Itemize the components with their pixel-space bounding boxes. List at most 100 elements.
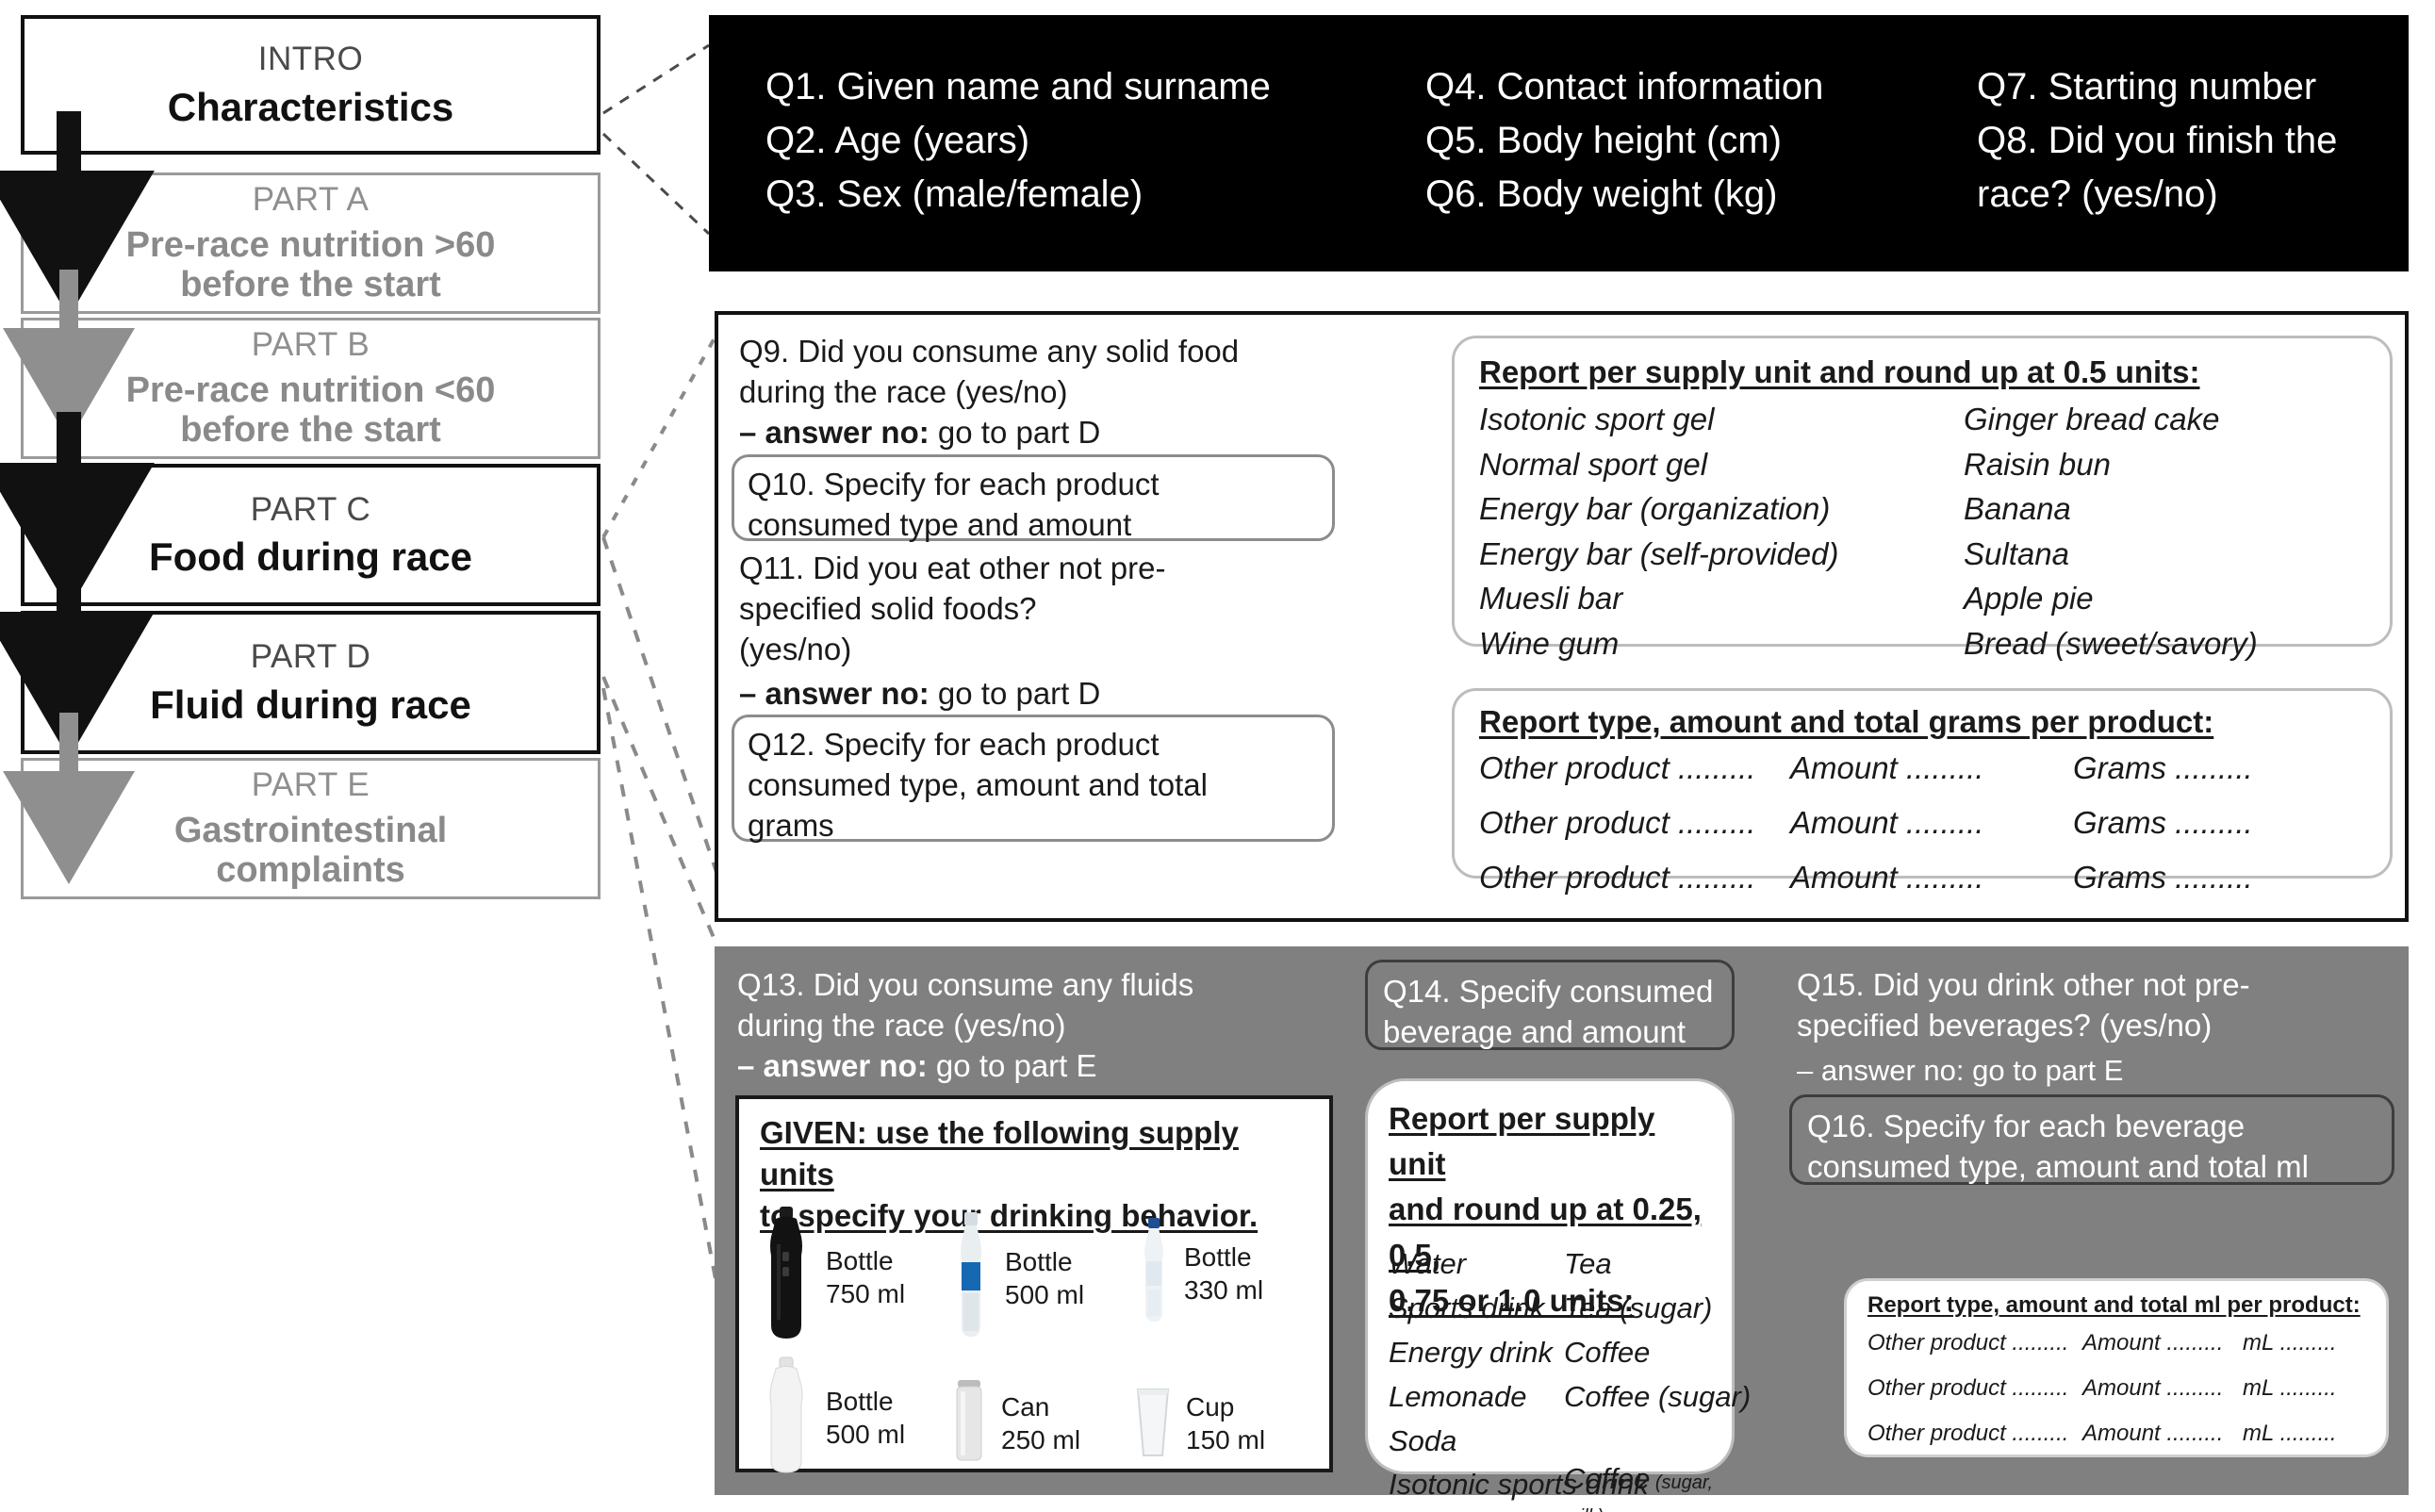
given-supply-units-box: GIVEN: use the following supply units to…: [735, 1095, 1333, 1473]
food-other-product-cell-r1-c1: Other product .........: [1479, 750, 1756, 785]
food-other-product-cell-r1-c2: Amount .........: [1790, 750, 1984, 785]
fluid-other-product-header: Report type, amount and total ml per pro…: [1867, 1292, 2361, 1318]
q13-answer-dash: – answer no:: [737, 1048, 928, 1083]
fluid-during-race-panel: Q13. Did you consume any fluids during t…: [715, 946, 2409, 1512]
q11-answer-dash: – answer no:: [739, 676, 930, 711]
bottle-blue-label-icon: [948, 1210, 994, 1347]
question-q11-line3: (yes/no): [739, 632, 852, 666]
flow-kicker-part-d: PART D: [250, 638, 371, 676]
question-q15-line2: specified beverages? (yes/no): [1797, 1008, 2213, 1043]
supply-unit-can-250-label: Can 250 ml: [1001, 1392, 1081, 1454]
food-other-product-cell-r2-c3: Grams .........: [2073, 805, 2253, 841]
flow-title-part-a: Pre-race nutrition >60 before the start: [125, 224, 496, 305]
question-q12-text: Q12. Specify for each product consumed t…: [748, 727, 1208, 843]
intro-questions-col-2: Q4. Contact information Q5. Body height …: [1425, 66, 1824, 215]
fluid-other-product-cell-r2-c2: Amount .........: [2082, 1375, 2224, 1401]
cup-icon: [1131, 1382, 1175, 1466]
supply-unit-bottle-500-white-label: Bottle 500 ml: [826, 1387, 906, 1449]
supply-unit-bottle-330: Bottle 330 ml: [1135, 1216, 1263, 1332]
question-q13-line1: Q13. Did you consume any fluids: [737, 967, 1194, 1002]
flow-title-part-c: Food during race: [148, 534, 472, 580]
beverage-header-line1: Report per supply unit: [1389, 1101, 1655, 1182]
flow-title-intro: Characteristics: [167, 84, 454, 129]
food-other-product-rows: Other product ......... Amount ......... G…: [1479, 746, 2365, 901]
flow-box-intro[interactable]: INTRO Characteristics: [21, 15, 601, 155]
can-icon: [948, 1374, 990, 1473]
flow-title-part-b: Pre-race nutrition <60 before the start: [125, 370, 496, 451]
fluid-other-product-box: Report type, amount and total ml per pro…: [1844, 1278, 2389, 1457]
fluid-other-product-cell-r2-c3: mL .........: [2243, 1375, 2337, 1401]
food-supply-unit-header: Report per supply unit and round up at 0…: [1479, 354, 2200, 389]
flow-box-part-b[interactable]: PART B Pre-race nutrition <60 before the…: [21, 318, 601, 459]
beverage-list-col-1: Water Sports drink Energy drink Lemonade…: [1389, 1247, 1554, 1458]
food-other-product-cell-r2-c1: Other product .........: [1479, 805, 1756, 841]
flow-kicker-intro: INTRO: [257, 41, 364, 78]
bottle-black-icon: [758, 1205, 814, 1351]
question-q13-line2: during the race (yes/no): [737, 1008, 1066, 1043]
question-q14-text: Q14. Specify consumed beverage and amoun…: [1383, 974, 1714, 1049]
food-supply-list-col-1: Isotonic sport gel Normal sport gel Ener…: [1479, 402, 1839, 661]
question-q14-box[interactable]: Q14. Specify consumed beverage and amoun…: [1365, 960, 1735, 1050]
intro-questions-col-3: Q7. Starting number Q8. Did you finish t…: [1977, 66, 2338, 215]
fluid-other-product-cell-r2-c1: Other product .........: [1867, 1375, 2069, 1401]
bottle-white-sport-icon: [758, 1356, 814, 1481]
intro-questions-col-1: Q1. Given name and surname Q2. Age (year…: [765, 66, 1271, 215]
question-q10-text: Q10. Specify for each product consumed t…: [748, 467, 1160, 542]
supply-unit-bottle-500-blue: Bottle 500 ml: [948, 1210, 1084, 1347]
supply-unit-can-250: Can 250 ml: [948, 1374, 1080, 1473]
flow-box-part-a[interactable]: PART A Pre-race nutrition >60 before the…: [21, 173, 601, 314]
food-other-product-cell-r2-c2: Amount .........: [1790, 805, 1984, 841]
q13-answer-rest: go to part E: [927, 1048, 1097, 1083]
supply-unit-bottle-500-white: Bottle 500 ml: [758, 1356, 905, 1481]
fluid-other-product-cell-r3-c3: mL .........: [2243, 1421, 2337, 1446]
supply-unit-bottle-750: Bottle 750 ml: [758, 1205, 905, 1351]
fluid-other-product-cell-r1-c3: mL .........: [2243, 1330, 2337, 1356]
flow-box-part-c[interactable]: PART C Food during race: [21, 464, 601, 606]
supply-unit-bottle-500-blue-label: Bottle 500 ml: [1005, 1247, 1085, 1309]
flow-title-part-e: Gastrointestinal complaints: [173, 810, 448, 891]
question-q11-line2: specified solid foods?: [739, 591, 1037, 626]
question-q16-text: Q16. Specify for each beverage consumed …: [1807, 1109, 2309, 1184]
food-other-product-cell-r1-c3: Grams .........: [2073, 750, 2253, 785]
fluid-other-product-cell-r3-c2: Amount .........: [2082, 1421, 2224, 1446]
flow-kicker-part-b: PART B: [251, 326, 370, 364]
supply-unit-bottle-750-label: Bottle 750 ml: [826, 1246, 906, 1308]
fluid-other-product-cell-r3-c1: Other product .........: [1867, 1421, 2069, 1446]
question-q9-answer: – answer no: go to part D: [739, 413, 1352, 453]
supply-unit-cup-150: Cup 150 ml: [1131, 1382, 1265, 1466]
question-q12-box[interactable]: Q12. Specify for each product consumed t…: [732, 715, 1335, 843]
intro-questions-panel: Q1. Given name and surname Q2. Age (year…: [709, 15, 2409, 271]
flow-title-part-d: Fluid during race: [150, 682, 471, 727]
food-supply-unit-list-box: Report per supply unit and round up at 0…: [1452, 336, 2393, 661]
flow-kicker-part-e: PART E: [251, 766, 370, 804]
food-other-product-cell-r3-c3: Grams .........: [2073, 860, 2253, 896]
question-q15-line1: Q15. Did you drink other not pre-: [1797, 967, 2250, 1002]
flow-kicker-part-a: PART A: [252, 181, 370, 219]
flow-box-part-d[interactable]: PART D Fluid during race: [21, 611, 601, 754]
question-q16-box[interactable]: Q16. Specify for each beverage consumed …: [1789, 1094, 2394, 1185]
beverage-list-col-2: Tea Tea (sugar) Coffee Coffee (sugar): [1564, 1247, 1752, 1414]
question-q10-box[interactable]: Q10. Specify for each product consumed t…: [732, 454, 1335, 542]
food-other-product-header: Report type, amount and total grams per …: [1479, 704, 2214, 739]
flow-kicker-part-c: PART C: [250, 490, 371, 528]
question-q13-answer: – answer no: go to part E: [737, 1046, 1322, 1087]
food-supply-list-col-2: Ginger bread cake Raisin bun Banana Sult…: [1964, 402, 2258, 661]
q9-answer-rest: go to part D: [929, 415, 1101, 450]
food-other-product-cell-r3-c1: Other product .........: [1479, 860, 1756, 896]
beverage-supply-unit-box: Report per supply unit and round up at 0…: [1365, 1078, 1751, 1512]
flow-box-part-e[interactable]: PART E Gastrointestinal complaints: [21, 758, 601, 899]
q11-answer-rest: go to part D: [929, 676, 1101, 711]
question-q11-answer: – answer no: go to part D: [739, 674, 1352, 715]
question-q11-line1: Q11. Did you eat other not pre-: [739, 551, 1166, 585]
fluid-other-product-cell-r1-c2: Amount .........: [2082, 1330, 2224, 1356]
fluid-other-product-rows: Other product ......... Amount ......... m…: [1867, 1326, 2377, 1451]
food-during-race-panel: Q9. Did you consume any solid food durin…: [715, 311, 2409, 922]
diagram-root: INTRO Characteristics PART A Pre-race nu…: [0, 0, 2435, 1512]
question-q9-line1: Q9. Did you consume any solid food: [739, 334, 1240, 369]
fluid-other-product-cell-r1-c1: Other product .........: [1867, 1330, 2069, 1356]
bottle-small-clear-icon: [1135, 1216, 1173, 1332]
beverage-list-last: Isotonic sports drink: [1389, 1468, 1649, 1501]
question-q15-answer: – answer no: go to part E: [1797, 1054, 2124, 1087]
q9-answer-dash: – answer no:: [739, 415, 930, 450]
food-other-product-cell-r3-c2: Amount .........: [1790, 860, 1984, 896]
